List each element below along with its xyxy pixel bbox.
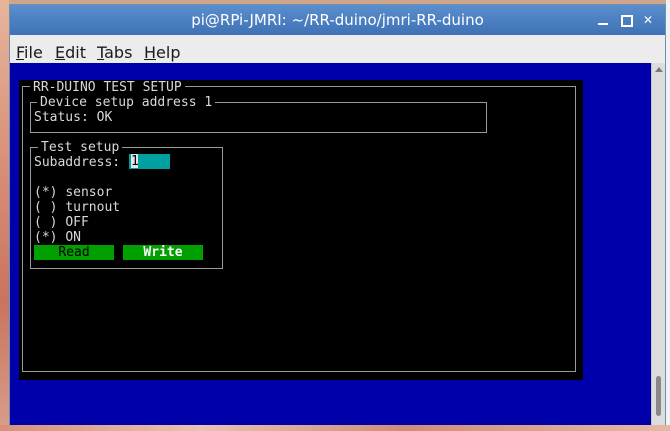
close-icon[interactable]: ✕ — [641, 13, 655, 27]
radio-mark: ( ) — [34, 200, 58, 215]
terminal-window: pi@RPi-JMRI: ~/RR-duino/jmri-RR-duino ✕ … — [9, 4, 666, 425]
terminal-area[interactable]: RR-DUINO TEST SETUP Device setup address… — [10, 63, 651, 425]
radio-mark: (*) — [34, 230, 58, 245]
desktop-background — [0, 0, 9, 431]
menu-file[interactable]: File — [16, 43, 43, 62]
title-bar[interactable]: pi@RPi-JMRI: ~/RR-duino/jmri-RR-duino ✕ — [10, 5, 665, 35]
test-setup-dialog: RR-DUINO TEST SETUP Device setup address… — [19, 80, 583, 380]
radio-label: OFF — [65, 215, 89, 230]
menu-edit[interactable]: Edit — [55, 43, 86, 62]
maximize-icon[interactable] — [619, 13, 633, 27]
read-button[interactable]: Read — [34, 245, 114, 260]
menu-help[interactable]: Help — [144, 43, 180, 62]
test-setup-title: Test setup — [38, 140, 123, 155]
radio-label: turnout — [65, 200, 121, 215]
subaddress-label: Subaddress: — [34, 155, 121, 170]
subaddress-input[interactable]: 1 — [129, 154, 170, 169]
terminal-scrollbar[interactable] — [651, 63, 665, 425]
menu-tabs[interactable]: Tabs — [97, 43, 132, 62]
radio-on[interactable]: (*) ON — [34, 230, 81, 245]
desktop-background-edge — [666, 0, 670, 431]
radio-off[interactable]: ( ) OFF — [34, 215, 89, 230]
subaddress-value: 1 — [131, 154, 139, 169]
radio-label: sensor — [65, 185, 113, 200]
radio-mark: ( ) — [34, 215, 58, 230]
radio-turnout[interactable]: ( ) turnout — [34, 200, 120, 215]
window-title: pi@RPi-JMRI: ~/RR-duino/jmri-RR-duino — [191, 11, 484, 29]
status-text: Status: OK — [34, 110, 113, 125]
menu-bar: File Edit Tabs Help — [10, 35, 665, 65]
radio-sensor[interactable]: (*) sensor — [34, 185, 112, 200]
scrollbar-thumb[interactable] — [656, 376, 661, 416]
radio-mark: (*) — [34, 185, 58, 200]
dialog-title: RR-DUINO TEST SETUP — [30, 80, 185, 95]
device-setup-title: Device setup address 1 — [37, 95, 216, 110]
scroll-up-icon[interactable] — [655, 67, 663, 72]
radio-label: ON — [65, 230, 81, 245]
write-button[interactable]: Write — [123, 245, 203, 260]
desktop-background-bottom — [0, 425, 670, 431]
minimize-icon[interactable] — [596, 13, 610, 27]
